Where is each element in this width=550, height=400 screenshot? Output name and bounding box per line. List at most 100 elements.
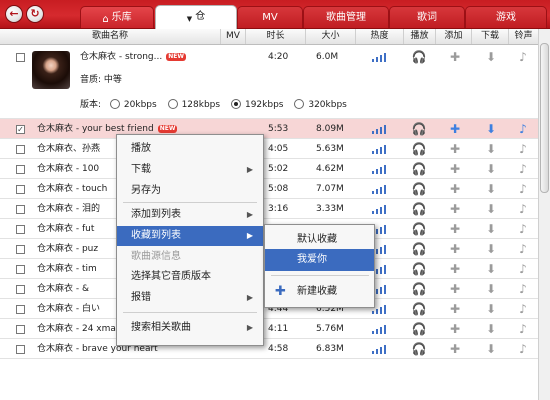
column-header-add[interactable]: 添加 [435, 29, 471, 44]
download-arrow-icon[interactable]: ⬇ [483, 199, 499, 219]
headphones-icon[interactable]: 🎧 [411, 339, 427, 359]
ringtone-icon[interactable]: ♪ [515, 299, 531, 319]
table-row[interactable]: 仓木麻衣 - 100 5:02 4.62M 🎧 ✚ ⬇ ♪ [0, 159, 538, 179]
ringtone-icon[interactable]: ♪ [515, 159, 531, 179]
row-checkbox[interactable] [16, 265, 25, 274]
download-arrow-icon[interactable]: ⬇ [483, 159, 499, 179]
headphones-icon[interactable]: 🎧 [411, 259, 427, 279]
plus-icon[interactable]: ✚ [447, 239, 463, 259]
vertical-scrollbar[interactable] [538, 29, 550, 400]
ringtone-icon[interactable]: ♪ [515, 279, 531, 299]
context-menu-item[interactable]: 收藏到列表 ▶ [117, 226, 263, 246]
plus-icon[interactable]: ✚ [447, 179, 463, 199]
plus-icon[interactable]: ✚ [447, 339, 463, 359]
plus-icon[interactable]: ✚ [447, 319, 463, 339]
headphones-icon[interactable]: 🎧 [411, 119, 427, 139]
tab-library[interactable]: ⌂ 乐库 [80, 6, 154, 28]
scrollbar-thumb[interactable] [540, 43, 549, 193]
context-menu-item[interactable]: 下载 ▶ [117, 160, 263, 180]
context-menu-item[interactable]: 搜索相关歌曲 ▶ [117, 318, 263, 338]
column-header-song-name[interactable]: 歌曲名称 [0, 29, 220, 44]
tab-lyrics[interactable]: 歌词 [389, 6, 465, 28]
row-checkbox[interactable] [16, 345, 25, 354]
column-header-mv[interactable]: MV [220, 29, 245, 44]
ringtone-icon[interactable]: ♪ [515, 45, 531, 65]
tab-song-management[interactable]: 歌曲管理 [303, 6, 389, 28]
headphones-icon[interactable]: 🎧 [411, 199, 427, 219]
context-menu-item[interactable]: 选择其它音质版本 [117, 267, 263, 287]
ringtone-icon[interactable]: ♪ [515, 339, 531, 359]
submenu-item[interactable]: 默认收藏 [265, 229, 374, 251]
refresh-icon[interactable]: ↻ [26, 5, 44, 23]
column-header-ringtone[interactable]: 铃声 [508, 29, 538, 44]
download-arrow-icon[interactable]: ⬇ [483, 279, 499, 299]
plus-icon[interactable]: ✚ [447, 259, 463, 279]
headphones-icon[interactable]: 🎧 [411, 45, 427, 65]
plus-icon[interactable]: ✚ [447, 199, 463, 219]
expanded-song-row[interactable]: 仓木麻衣 - strong... NEW 音质: 中等 版本: 20kbps 12… [0, 45, 538, 119]
ringtone-icon[interactable]: ♪ [515, 239, 531, 259]
column-header-size[interactable]: 大小 [305, 29, 355, 44]
tab-mv[interactable]: MV [237, 6, 303, 28]
table-row[interactable]: 仓木麻衣 - 泪的 3:16 3.33M 🎧 ✚ ⬇ ♪ [0, 199, 538, 219]
download-arrow-icon[interactable]: ⬇ [483, 319, 499, 339]
context-menu-item[interactable]: 报错 ▶ [117, 288, 263, 308]
song-title[interactable]: 仓木麻衣 - strong... [80, 52, 162, 62]
version-option-192[interactable]: 192kbps [230, 99, 283, 110]
plus-icon[interactable]: ✚ [447, 279, 463, 299]
row-checkbox[interactable] [16, 53, 25, 62]
row-checkbox[interactable] [16, 145, 25, 154]
row-checkbox[interactable] [16, 205, 25, 214]
download-arrow-icon[interactable]: ⬇ [483, 179, 499, 199]
table-row[interactable]: ✓ 仓木麻衣 - your best friend NEW 5:53 8.09M 🎧 ✚ ⬇ ♪ [0, 119, 538, 139]
table-row[interactable]: 仓木麻衣 - touch 5:08 7.07M 🎧 ✚ ⬇ ♪ [0, 179, 538, 199]
context-menu-item[interactable]: 添加到列表 ▶ [117, 205, 263, 225]
context-menu-item[interactable]: 播放 [117, 139, 263, 159]
version-option-320[interactable]: 320kbps [294, 99, 347, 110]
headphones-icon[interactable]: 🎧 [411, 139, 427, 159]
table-row[interactable]: 仓木麻衣 - brave your heart 4:58 6.83M 🎧 ✚ ⬇ ♪ [0, 339, 538, 359]
ringtone-icon[interactable]: ♪ [515, 219, 531, 239]
submenu-item[interactable]: 我爱你 [265, 249, 374, 271]
plus-icon[interactable]: ✚ [447, 45, 463, 65]
ringtone-icon[interactable]: ♪ [515, 179, 531, 199]
row-checkbox[interactable]: ✓ [16, 125, 25, 134]
plus-icon[interactable]: ✚ [447, 299, 463, 319]
headphones-icon[interactable]: 🎧 [411, 179, 427, 199]
ringtone-icon[interactable]: ♪ [515, 139, 531, 159]
row-checkbox[interactable] [16, 225, 25, 234]
ringtone-icon[interactable]: ♪ [515, 259, 531, 279]
plus-icon[interactable]: ✚ [447, 139, 463, 159]
column-header-heat[interactable]: 热度 [355, 29, 403, 44]
ringtone-icon[interactable]: ♪ [515, 319, 531, 339]
download-arrow-icon[interactable]: ⬇ [483, 45, 499, 65]
ringtone-icon[interactable]: ♪ [515, 119, 531, 139]
tab-warehouse[interactable]: ▼ 仓 [155, 5, 237, 30]
version-option-128[interactable]: 128kbps [167, 99, 220, 110]
download-arrow-icon[interactable]: ⬇ [483, 119, 499, 139]
row-checkbox[interactable] [16, 165, 25, 174]
download-arrow-icon[interactable]: ⬇ [483, 299, 499, 319]
headphones-icon[interactable]: 🎧 [411, 219, 427, 239]
headphones-icon[interactable]: 🎧 [411, 299, 427, 319]
headphones-icon[interactable]: 🎧 [411, 279, 427, 299]
download-arrow-icon[interactable]: ⬇ [483, 219, 499, 239]
tab-games[interactable]: 游戏 [465, 6, 547, 28]
context-menu-item[interactable]: 另存为 [117, 181, 263, 201]
row-checkbox[interactable] [16, 185, 25, 194]
headphones-icon[interactable]: 🎧 [411, 159, 427, 179]
row-checkbox[interactable] [16, 305, 25, 314]
download-arrow-icon[interactable]: ⬇ [483, 339, 499, 359]
headphones-icon[interactable]: 🎧 [411, 319, 427, 339]
download-arrow-icon[interactable]: ⬇ [483, 259, 499, 279]
version-option-20[interactable]: 20kbps [109, 99, 157, 110]
plus-icon[interactable]: ✚ [447, 219, 463, 239]
column-header-duration[interactable]: 时长 [245, 29, 305, 44]
plus-icon[interactable]: ✚ [447, 119, 463, 139]
download-arrow-icon[interactable]: ⬇ [483, 239, 499, 259]
column-header-download[interactable]: 下载 [471, 29, 508, 44]
row-checkbox[interactable] [16, 325, 25, 334]
column-header-play[interactable]: 播放 [403, 29, 435, 44]
back-arrow-icon[interactable]: ← [5, 5, 23, 23]
headphones-icon[interactable]: 🎧 [411, 239, 427, 259]
